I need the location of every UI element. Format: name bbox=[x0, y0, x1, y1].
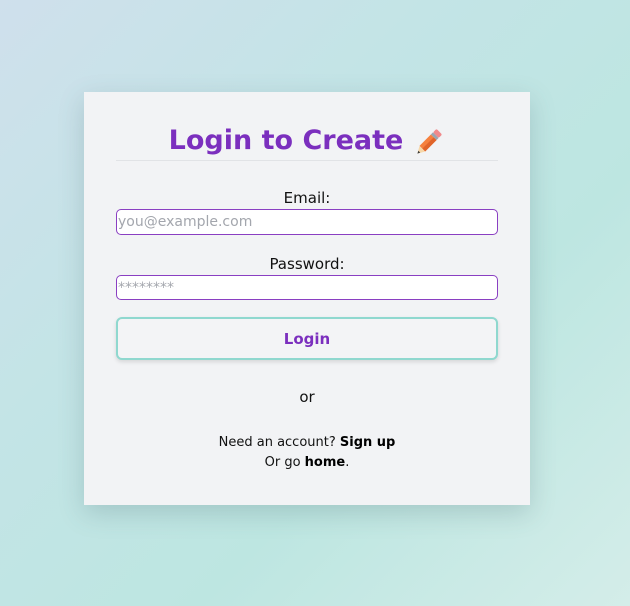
signup-link[interactable]: Sign up bbox=[340, 435, 395, 450]
pencil-icon bbox=[411, 126, 445, 160]
signup-prompt: Need an account? bbox=[218, 435, 340, 450]
login-card: Login to Create Email: Password: Login o… bbox=[84, 92, 530, 505]
email-label: Email: bbox=[283, 189, 331, 207]
home-prompt: Or go bbox=[264, 455, 305, 470]
or-divider-text: or bbox=[299, 388, 315, 406]
login-button[interactable]: Login bbox=[116, 317, 498, 360]
password-label: Password: bbox=[269, 255, 345, 273]
email-field[interactable] bbox=[116, 209, 498, 235]
home-suffix: . bbox=[345, 455, 350, 470]
home-line: Or go home. bbox=[116, 455, 498, 470]
page-title: Login to Create bbox=[168, 125, 404, 156]
title-row: Login to Create bbox=[116, 125, 498, 161]
home-link[interactable]: home bbox=[305, 455, 346, 470]
password-field[interactable] bbox=[116, 275, 498, 300]
signup-line: Need an account? Sign up bbox=[116, 435, 498, 450]
